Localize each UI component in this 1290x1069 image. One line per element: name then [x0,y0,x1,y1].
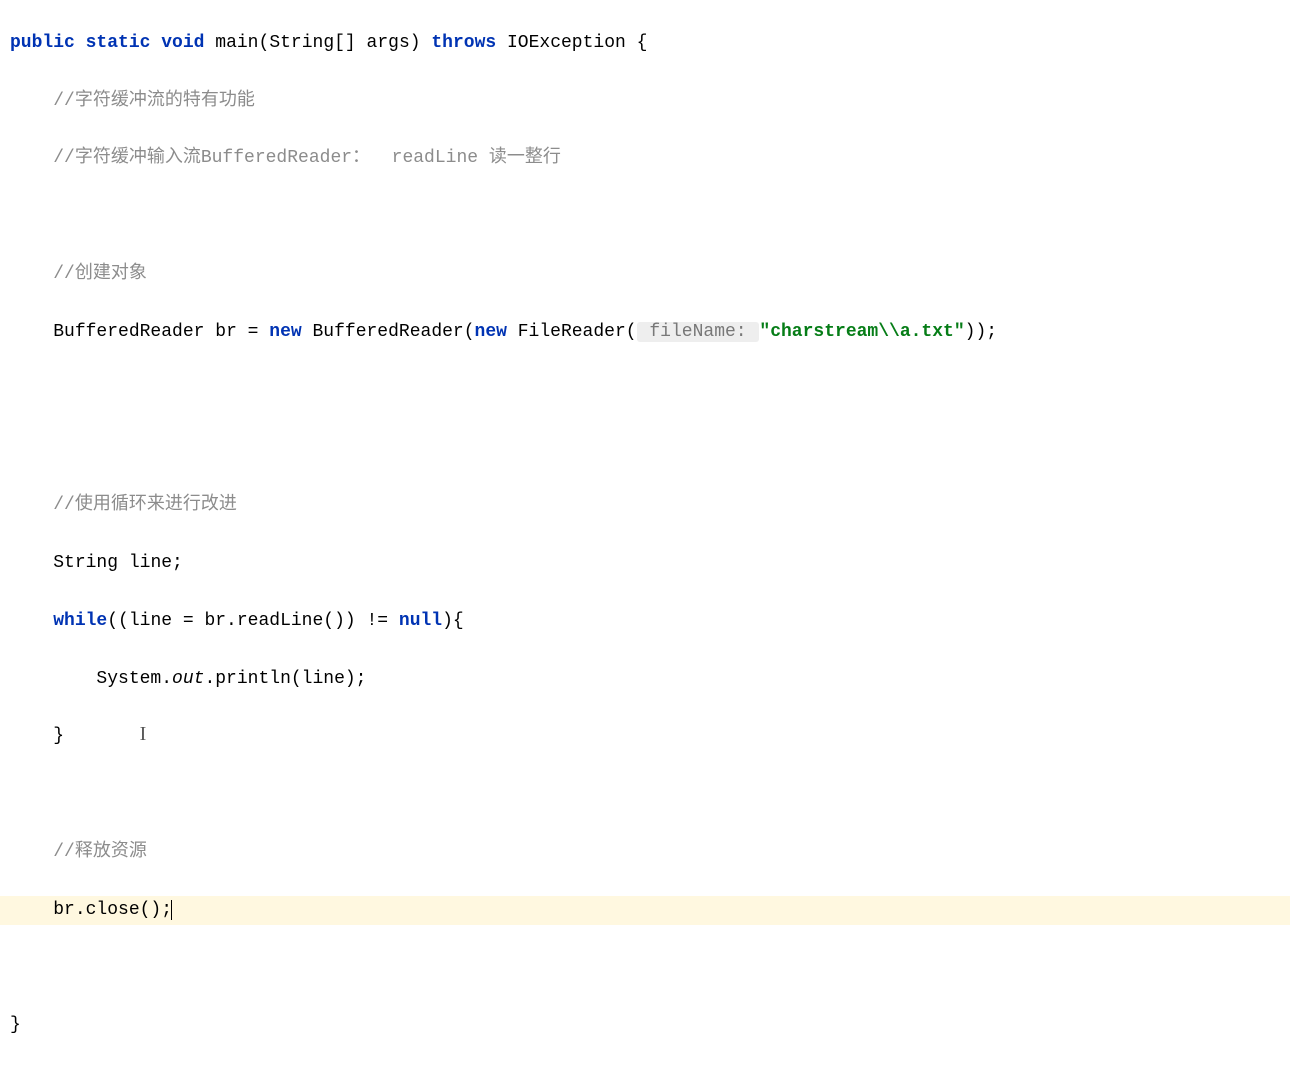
editor-caret [171,900,172,920]
keyword-new: new [269,322,301,342]
code-line[interactable] [0,433,1290,462]
code-line[interactable] [0,780,1290,809]
code-line[interactable]: //使用循环来进行改进 [0,491,1290,520]
type-bufferedreader: BufferedReader [53,322,204,342]
code-line[interactable]: } [0,1011,1290,1040]
while-condition: ((line = br.readLine()) != [107,611,399,631]
comment: //字符缓冲流的特有功能 [53,91,255,111]
method-name: main [215,33,258,53]
assign-eq: = [237,322,269,342]
code-line[interactable]: public static void main(String[] args) t… [0,29,1290,58]
code-line[interactable]: } I [0,722,1290,751]
comment: //释放资源 [53,842,147,862]
keyword-while: while [53,611,107,631]
comment: //字符缓冲输入流BufferedReader： readLine 读一整行 [53,148,561,168]
keyword-public: public [10,33,75,53]
comment: //创建对象 [53,264,147,284]
code-line[interactable] [0,954,1290,983]
code-line[interactable]: //字符缓冲流的特有功能 [0,87,1290,116]
code-line[interactable]: //创建对象 [0,260,1290,289]
code-line[interactable] [0,376,1290,405]
code-editor[interactable]: public static void main(String[] args) t… [0,0,1290,1069]
close-parens: )); [965,322,997,342]
code-line[interactable]: //释放资源 [0,838,1290,867]
ctor-bufferedreader: BufferedReader( [313,322,475,342]
type-string: String [53,553,118,573]
code-line[interactable]: String line; [0,549,1290,578]
variable-br: br [215,322,237,342]
code-line[interactable] [0,202,1290,231]
code-line-current[interactable]: br.close(); [0,896,1290,925]
while-close: ){ [442,611,464,631]
sysout-prefix: System. [96,669,172,689]
sysout-suffix: .println(line); [204,669,366,689]
keyword-null: null [399,611,442,631]
param-type: String[] [269,33,355,53]
exception-type: IOException [507,33,626,53]
code-line[interactable]: //字符缓冲输入流BufferedReader： readLine 读一整行 [0,144,1290,173]
keyword-throws: throws [431,33,496,53]
ctor-filereader: FileReader( [518,322,637,342]
comment: //使用循环来进行改进 [53,495,237,515]
variable-line: line; [129,553,183,573]
parameter-hint: fileName: [637,322,760,342]
brace-close: } [53,726,64,746]
code-line[interactable]: BufferedReader br = new BufferedReader(n… [0,318,1290,347]
keyword-static: static [86,33,151,53]
brace-close: } [10,1015,21,1035]
code-line[interactable]: while((line = br.readLine()) != null){ [0,607,1290,636]
keyword-void: void [161,33,204,53]
code-line[interactable]: System.out.println(line); [0,665,1290,694]
sysout-out: out [172,669,204,689]
keyword-new: new [475,322,507,342]
stmt-close: br.close(); [53,900,172,920]
param-name: args [367,33,410,53]
brace-open: { [626,33,648,53]
string-literal: "charstream\\a.txt" [759,322,964,342]
